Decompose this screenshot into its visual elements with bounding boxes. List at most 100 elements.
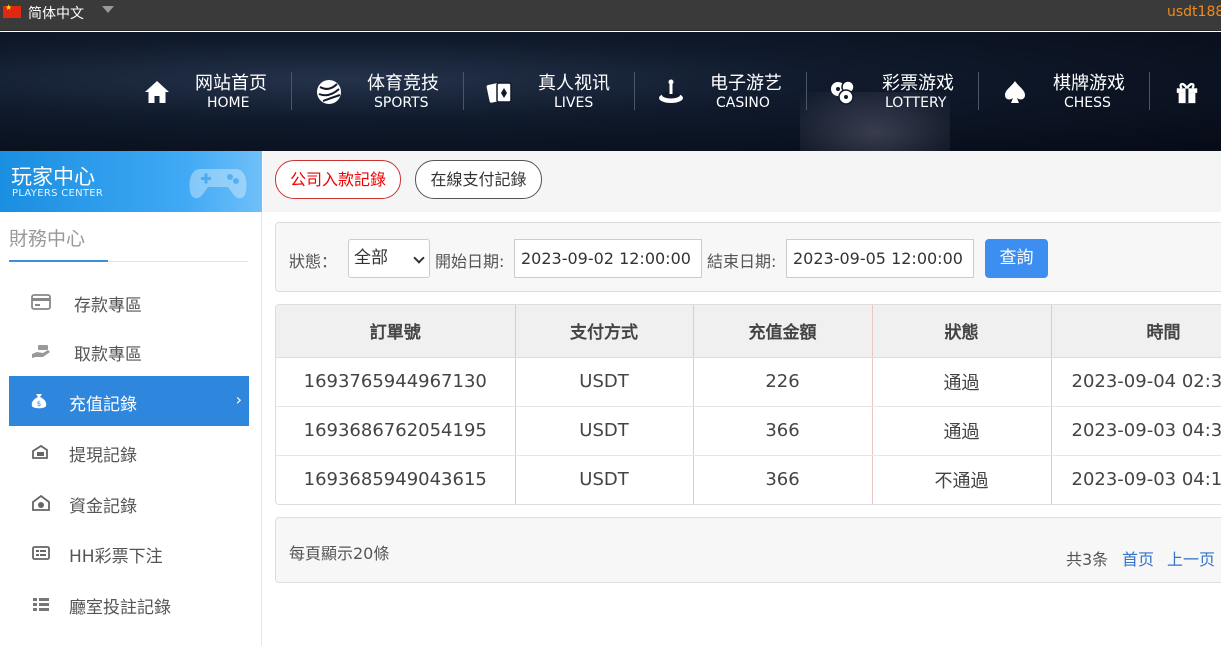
order-no-cell: 1693686762054195 [276, 406, 516, 456]
title-underline [9, 260, 108, 262]
status-cell: 不通過 [872, 455, 1052, 504]
sidebar-item-label: 資金記錄 [69, 497, 137, 517]
recharge-records-table: 訂單號 支付方式 充值金額 狀態 時間 1693765944967130 USD… [275, 304, 1221, 505]
top-bar: 简体中文 usdt188 [0, 0, 1221, 31]
slot-icon [659, 79, 683, 103]
status-cell: 通過 [872, 357, 1052, 407]
spade-icon [1005, 81, 1025, 103]
nav-label-en: LIVES [554, 95, 594, 111]
table-row: 1693685949043615 USDT 366 不通過 2023-09-03… [276, 455, 1221, 504]
table-row: 1693765944967130 USDT 226 通過 2023-09-04 … [276, 357, 1221, 407]
amount-cell: 366 [693, 406, 873, 456]
end-date-label: 結束日期: [707, 252, 777, 271]
sidebar-item-recharge-records[interactable]: $ 充值記錄 › [9, 376, 249, 426]
players-center-subtitle: PLAYERS CENTER [12, 188, 104, 199]
withdraw-icon [32, 444, 48, 459]
sidebar-title: 財務中心 [9, 228, 86, 250]
nav-label-en: HOME [207, 95, 250, 111]
sidebar-item-withdraw[interactable]: 取款專區 [9, 326, 249, 376]
nav-label-cn: 电子游艺 [710, 73, 782, 94]
username-link[interactable]: usdt188 [1167, 4, 1221, 20]
time-cell: 2023-09-03 04:3 [1051, 406, 1221, 456]
nav-label-en: LOTTERY [885, 95, 947, 111]
sidebar-item-withdraw-records[interactable]: 提現記錄 [9, 427, 249, 477]
chevron-down-icon[interactable] [102, 6, 114, 13]
nav-label-en: SPORTS [374, 95, 429, 111]
status-select[interactable]: 全部 [348, 239, 430, 278]
tab-online-payment-records[interactable]: 在線支付記錄 [415, 160, 542, 199]
cards-icon [486, 82, 512, 103]
nav-label-cn: 彩票游戏 [882, 73, 954, 94]
column-header-amount: 充值金額 [693, 305, 873, 358]
main-nav: 网站首页 HOME 体育竞技 SPORTS 真人视讯 LIVES 电子游艺 CA [0, 32, 1221, 151]
order-no-cell: 1693765944967130 [276, 357, 516, 407]
start-date-label: 開始日期: [435, 252, 505, 271]
start-date-input[interactable]: 2023-09-02 12:00:00 [514, 239, 702, 278]
sidebar-item-label: 提現記錄 [69, 446, 137, 466]
players-center-banner: 玩家中心 PLAYERS CENTER [0, 151, 262, 212]
nav-divider [806, 72, 807, 110]
nav-divider [1149, 72, 1150, 110]
prev-page-link[interactable]: 上一页 [1167, 546, 1215, 570]
filter-bar: 狀態： 全部 開始日期: 2023-09-02 12:00:00 結束日期: 2… [275, 222, 1221, 292]
payment-method-cell: USDT [515, 406, 694, 456]
query-button[interactable]: 查詢 [985, 239, 1048, 278]
chevron-right-icon: › [235, 390, 242, 409]
sidebar-item-hh-lottery[interactable]: HH彩票下注 [9, 528, 249, 578]
payment-method-cell: USDT [515, 357, 694, 407]
gift-icon [1176, 82, 1198, 104]
nav-label-cn: 真人视讯 [538, 73, 610, 94]
chevron-down-icon [413, 252, 425, 264]
nav-label-en: CHESS [1064, 95, 1111, 111]
sidebar-item-deposit[interactable]: 存款專區 [9, 277, 249, 327]
svg-text:$: $ [37, 400, 41, 408]
lottery-balls-icon [831, 80, 855, 105]
sidebar: 財務中心 存款專區 取款專區 $ 充值記錄 › 提現記錄 資金記錄 HH彩票下注… [0, 212, 262, 646]
total-count: 共3条 [1066, 550, 1109, 569]
status-label: 狀態： [289, 252, 338, 271]
nav-divider [978, 72, 979, 110]
sidebar-item-fund-records[interactable]: 資金記錄 [9, 478, 249, 528]
column-header-time: 時間 [1051, 305, 1221, 358]
status-select-value: 全部 [354, 248, 388, 268]
language-selector[interactable]: 简体中文 [28, 3, 84, 23]
first-page-link[interactable]: 首页 [1122, 546, 1154, 570]
list-icon [33, 598, 49, 611]
sidebar-item-label: HH彩票下注 [69, 547, 163, 567]
column-header-status: 狀態 [872, 305, 1052, 358]
nav-label-en: CASINO [716, 95, 770, 111]
hand-cash-icon [32, 345, 50, 358]
sidebar-item-label: 取款專區 [74, 345, 142, 365]
nav-label-cn: 网站首页 [195, 73, 267, 94]
sidebar-item-label: 存款專區 [74, 296, 142, 316]
time-cell: 2023-09-04 02:3 [1051, 357, 1221, 407]
column-header-payment-method: 支付方式 [515, 305, 694, 358]
fund-icon [32, 494, 50, 511]
players-center-title: 玩家中心 [11, 165, 95, 189]
money-bag-icon: $ [31, 394, 47, 409]
end-date-input[interactable]: 2023-09-05 12:00:00 [786, 239, 974, 278]
table-header-row: 訂單號 支付方式 充值金額 狀態 時間 [276, 305, 1221, 358]
nav-divider [463, 72, 464, 110]
wallet-icon [31, 294, 51, 310]
table-row: 1693686762054195 USDT 366 通過 2023-09-03 … [276, 406, 1221, 456]
nav-divider [634, 72, 635, 110]
per-page-text: 每頁顯示20條 [289, 544, 390, 563]
record-tabs: 公司入款記錄 在線支付記錄 [263, 151, 1221, 212]
nav-label-cn: 棋牌游戏 [1053, 73, 1125, 94]
time-cell: 2023-09-03 04:1 [1051, 455, 1221, 504]
ticket-icon [32, 546, 50, 560]
tab-company-deposit-records[interactable]: 公司入款記錄 [275, 160, 401, 199]
nav-divider [291, 72, 292, 110]
order-no-cell: 1693685949043615 [276, 455, 516, 504]
column-header-order-no: 訂單號 [276, 305, 516, 358]
pagination-bar: 每頁顯示20條 共3条 首页 上一页 [275, 517, 1221, 583]
sidebar-item-hall-bet-records[interactable]: 廳室投註記錄 [9, 579, 249, 629]
sidebar-item-label: 廳室投註記錄 [69, 598, 171, 618]
ball-icon [317, 80, 341, 104]
nav-label-cn: 体育竞技 [367, 73, 439, 94]
amount-cell: 366 [693, 455, 873, 504]
status-cell: 通過 [872, 406, 1052, 456]
home-icon [145, 81, 169, 103]
sidebar-item-label: 充值記錄 [69, 395, 137, 415]
